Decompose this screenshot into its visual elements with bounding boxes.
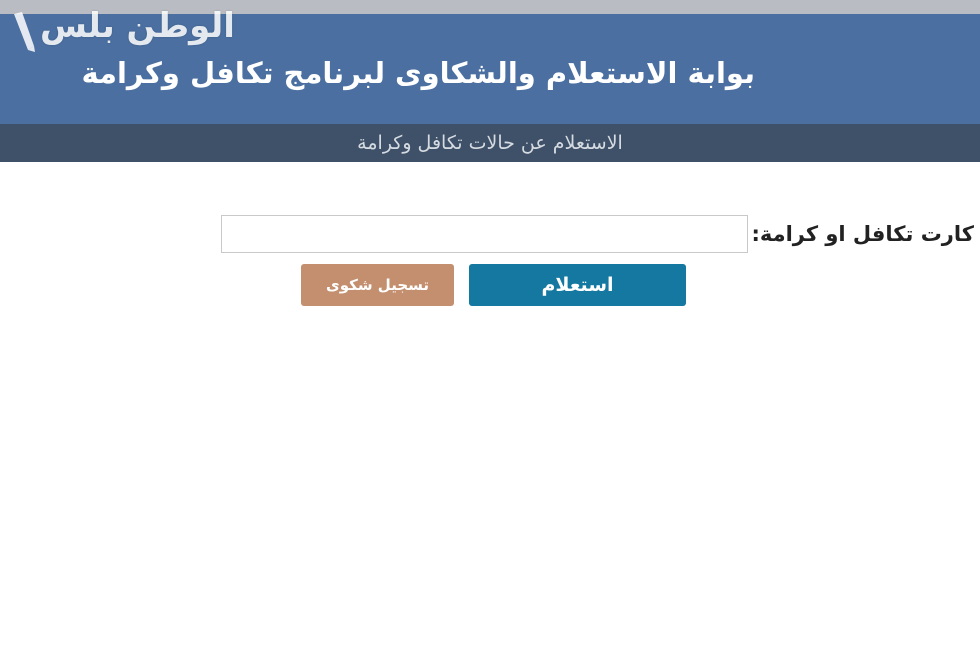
pen-icon: [14, 12, 35, 52]
sub-header: الاستعلام عن حالات تكافل وكرامة: [0, 124, 980, 162]
card-number-input[interactable]: [221, 215, 748, 253]
watermark-text: الوطن بلس: [40, 6, 235, 46]
inquire-button[interactable]: استعلام: [469, 264, 686, 306]
page-title: بوابة الاستعلام والشكاوى لبرنامج تكافل و…: [81, 56, 755, 90]
card-number-label: كارت تكافل او كرامة:: [751, 222, 974, 246]
watermark-logo: الوطن بلس: [8, 6, 235, 56]
sub-header-title: الاستعلام عن حالات تكافل وكرامة: [357, 132, 623, 154]
register-complaint-button[interactable]: تسجيل شكوى: [301, 264, 454, 306]
